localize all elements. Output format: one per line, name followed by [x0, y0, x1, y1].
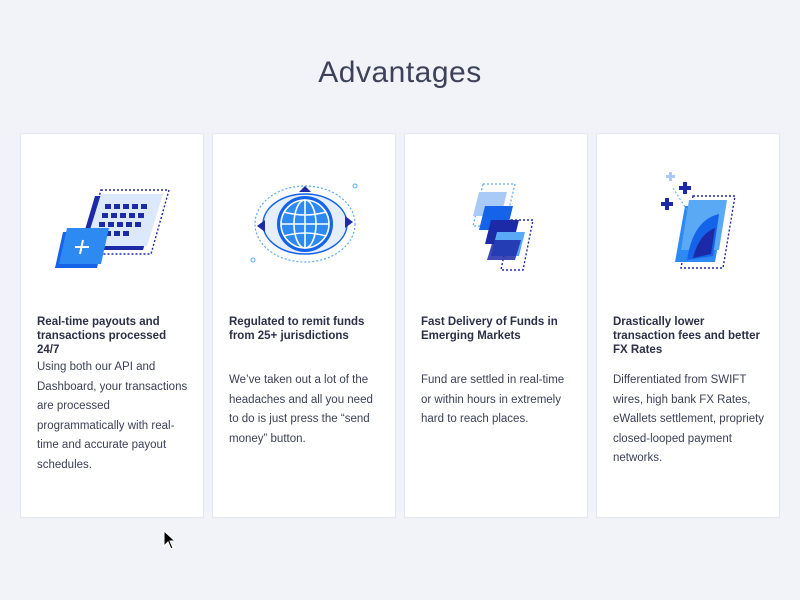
fx-card-icon [627, 170, 751, 280]
calendar-card-icon [51, 170, 175, 280]
mouse-cursor-icon [163, 530, 177, 550]
section-title: Advantages [318, 56, 482, 89]
card-description: We’ve taken out a lot of the headaches a… [229, 374, 373, 445]
advantage-card-lower-fees: Drastically lower transaction fees and b… [596, 133, 780, 518]
card-title: Fast Delivery of Funds in Emerging Marke… [421, 316, 558, 342]
advantage-card-payouts: Real-time payouts and transactions proce… [20, 133, 204, 518]
stacked-layers-icon [435, 170, 559, 280]
advantage-card-regulated: Regulated to remit funds from 25+ jurisd… [212, 133, 396, 518]
advantages-cards: Real-time payouts and transactions proce… [20, 133, 781, 518]
card-title: Real-time payouts and transactions proce… [37, 316, 167, 356]
card-description: Using both our API and Dashboard, your t… [37, 361, 188, 471]
card-description: Fund are settled in real-time or within … [421, 374, 565, 425]
advantage-card-fast-delivery: Fast Delivery of Funds in Emerging Marke… [404, 133, 588, 518]
globe-icon [243, 170, 367, 280]
card-description: Differentiated from SWIFT wires, high ba… [613, 374, 765, 464]
card-title: Drastically lower transaction fees and b… [613, 316, 760, 356]
card-title: Regulated to remit funds from 25+ jurisd… [229, 316, 365, 342]
